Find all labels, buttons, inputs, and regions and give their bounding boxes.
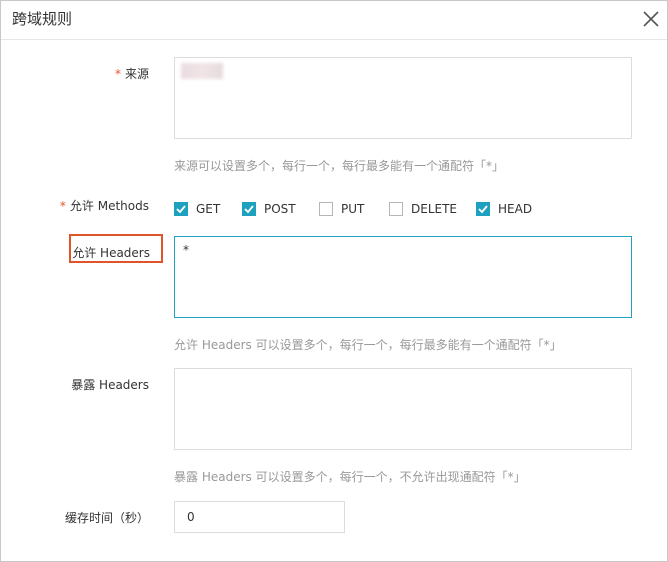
close-button[interactable]: [637, 5, 665, 33]
checkbox-box[interactable]: [319, 202, 333, 216]
method-head-checkbox[interactable]: HEAD: [476, 200, 532, 218]
allow-headers-help-text: 允许 Headers 可以设置多个，每行一个，每行最多能有一个通配符「*」: [174, 338, 562, 352]
dialog-title: 跨域规则: [12, 10, 73, 28]
check-icon: [176, 205, 186, 214]
dialog-header: 跨域规则: [1, 1, 667, 40]
checkbox-box[interactable]: [242, 202, 256, 216]
expose-headers-textarea[interactable]: [174, 368, 632, 450]
origin-help-text: 来源可以设置多个，每行一个，每行最多能有一个通配符「*」: [174, 159, 505, 173]
method-delete-label: DELETE: [411, 202, 458, 216]
close-icon[interactable]: [637, 5, 665, 33]
required-mark: *: [114, 67, 121, 81]
method-get-checkbox[interactable]: GET: [174, 200, 220, 218]
origin-label-text: 来源: [124, 67, 149, 81]
method-delete-checkbox[interactable]: DELETE: [389, 200, 457, 218]
methods-label-text: 允许 Methods: [69, 199, 149, 213]
expose-headers-help-text: 暴露 Headers 可以设置多个，每行一个，不允许出现通配符「*」: [174, 470, 526, 484]
cache-time-input[interactable]: 0: [174, 501, 345, 533]
allow-headers-textarea[interactable]: *: [174, 236, 632, 318]
checkbox-box[interactable]: [389, 202, 403, 216]
methods-label: * 允许 Methods: [60, 197, 149, 214]
checkbox-box[interactable]: [476, 202, 490, 216]
cors-rule-dialog: 跨域规则 * 来源 来源可以设置多个，每行一个，每行最多能有一个通配符「*」 * 允…: [0, 0, 668, 562]
method-head-label: HEAD: [498, 202, 533, 216]
method-put-label: PUT: [341, 202, 365, 216]
expose-headers-label: 暴露 Headers: [71, 378, 149, 392]
required-mark: *: [59, 199, 66, 213]
method-get-label: GET: [196, 202, 221, 216]
check-icon: [244, 205, 254, 214]
origin-label: * 来源: [115, 65, 149, 82]
check-icon: [478, 205, 488, 214]
method-post-checkbox[interactable]: POST: [242, 200, 296, 218]
origin-value-redacted: [181, 63, 223, 79]
method-put-checkbox[interactable]: PUT: [319, 200, 364, 218]
origin-textarea[interactable]: [174, 57, 632, 139]
allow-headers-label: 允许 Headers: [72, 246, 150, 260]
method-post-label: POST: [264, 202, 296, 216]
cache-time-label: 缓存时间（秒）: [64, 511, 149, 525]
checkbox-box[interactable]: [174, 202, 188, 216]
